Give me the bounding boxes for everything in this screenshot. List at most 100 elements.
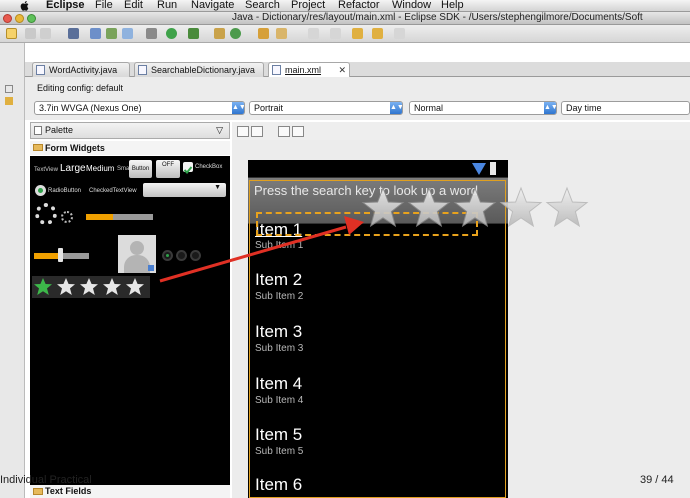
checkbox-icon[interactable] [183,162,193,174]
rating-bar-widget[interactable] [32,276,150,298]
toggle-fill-height-icon[interactable] [292,126,304,137]
menu-run[interactable]: Run [157,0,177,11]
left-trim [0,43,25,498]
layout-horizontal-icon[interactable] [237,126,249,137]
star-icon [80,278,98,295]
new-class-icon[interactable] [230,28,241,39]
window-title: Java - Dictionary/res/layout/main.xml - … [232,12,643,23]
radio-icon[interactable] [162,250,173,261]
text-fields-group[interactable]: Text Fields [30,485,230,498]
tab-wordactivity[interactable]: WordActivity.java [32,62,130,77]
widget-checkbox-label[interactable]: CheckBox [195,164,222,170]
list-item-title[interactable]: Item 3 [255,322,302,342]
back-icon[interactable] [372,28,383,39]
search-tool-icon[interactable] [276,28,287,39]
widget-checked-textview[interactable]: CheckedTextView [89,188,137,194]
last-edit-icon[interactable] [352,28,363,39]
radio-icon[interactable] [176,250,187,261]
avatar-body [124,255,150,273]
list-item-title[interactable]: Item 6 [255,475,302,495]
tab-main-xml[interactable]: main.xml ✕ [268,62,350,77]
folder-icon [33,144,43,151]
chevron-down-icon: ▲▼ [232,102,244,114]
widget-toggle-button[interactable]: OFF [156,160,180,178]
external-tools-icon[interactable] [188,28,199,39]
window-title-bar: Java - Dictionary/res/layout/main.xml - … [0,12,690,25]
widget-medium-text[interactable]: Medium [86,164,114,173]
menu-app-eclipse[interactable]: Eclipse [46,0,85,11]
widget-button[interactable]: Button [129,160,152,178]
android-sdk-icon[interactable] [90,28,101,39]
run-icon[interactable] [166,28,177,39]
seek-thumb[interactable] [58,248,63,262]
close-window-button[interactable] [3,14,12,23]
time-value: Day time [566,103,602,113]
widget-large-text[interactable]: Large [60,163,86,174]
list-item-title[interactable]: Item 4 [255,374,302,394]
apple-icon[interactable] [19,0,31,12]
palette-menu-icon[interactable]: ▽ [216,123,223,138]
list-item-subtitle: Sub Item 1 [255,240,304,251]
menu-window[interactable]: Window [392,0,431,11]
hierarchy-icon[interactable] [5,97,13,105]
mac-menu-bar: Eclipse File Edit Run Navigate Search Pr… [0,0,690,12]
terminal-icon[interactable] [68,28,79,39]
orientation-value: Portrait [254,103,284,113]
java-file-icon [36,65,45,75]
debug-icon[interactable] [146,28,157,39]
device-select[interactable]: 3.7in WVGA (Nexus One) ▲▼ [34,101,245,115]
menu-edit[interactable]: Edit [124,0,143,11]
avd-icon[interactable] [106,28,117,39]
forward-icon[interactable] [394,28,405,39]
lint-icon[interactable] [122,28,133,39]
print-icon[interactable] [40,28,51,39]
avatar-head [130,241,144,255]
tab-label: SearchableDictionary.java [151,65,255,75]
editing-config-label: Editing config: default [37,83,124,93]
list-item-subtitle: Sub Item 5 [255,446,304,457]
tab-searchabledictionary[interactable]: SearchableDictionary.java [134,62,264,77]
form-widgets-label: Form Widgets [45,143,105,153]
radio-icon[interactable] [35,185,46,196]
menu-file[interactable]: File [95,0,113,11]
close-tab-icon[interactable]: ✕ [338,63,346,77]
form-widgets-group[interactable]: Form Widgets [30,141,230,155]
chevron-down-icon: ▼ [214,184,221,191]
zoom-window-button[interactable] [27,14,36,23]
widget-spinner[interactable]: ▼ [143,183,226,197]
menu-navigate[interactable]: Navigate [191,0,234,11]
layout-vertical-icon[interactable] [251,126,263,137]
star-icon [361,186,405,228]
menu-help[interactable]: Help [441,0,464,11]
minimize-window-button[interactable] [15,14,24,23]
radio-icon[interactable] [190,250,201,261]
open-type-icon[interactable] [258,28,269,39]
star-icon [499,186,543,228]
menu-project[interactable]: Project [291,0,325,11]
widget-radio-label[interactable]: RadioButton [48,188,81,194]
new-icon[interactable] [6,28,17,39]
toggle-fill-width-icon[interactable] [278,126,290,137]
mode-select[interactable]: Normal ▲▼ [409,101,557,115]
page-number: 39 / 44 [640,474,674,486]
layout-config-bar: Editing config: default 3.7in WVGA (Nexu… [25,77,690,120]
save-icon[interactable] [25,28,36,39]
list-item-title[interactable]: Item 5 [255,425,302,445]
list-item-title[interactable]: Item 2 [255,270,302,290]
badge-corner [148,265,154,271]
new-package-icon[interactable] [214,28,225,39]
menu-search[interactable]: Search [245,0,280,11]
checkmark-icon [183,166,193,174]
time-select[interactable]: Day time [561,101,690,115]
next-annotation-icon[interactable] [308,28,319,39]
restore-icon[interactable] [5,85,13,93]
quick-contact-badge[interactable] [118,235,156,273]
chevron-down-icon: ▲▼ [390,102,402,114]
star-icon-filled [34,278,52,295]
prev-annotation-icon[interactable] [330,28,341,39]
menu-refactor[interactable]: Refactor [338,0,380,11]
form-widgets-panel: TextView Large Medium Small Button OFF C… [30,156,230,498]
orientation-select[interactable]: Portrait ▲▼ [249,101,403,115]
widget-textview[interactable]: TextView [34,167,58,173]
progress-bar-horizontal [86,214,153,220]
